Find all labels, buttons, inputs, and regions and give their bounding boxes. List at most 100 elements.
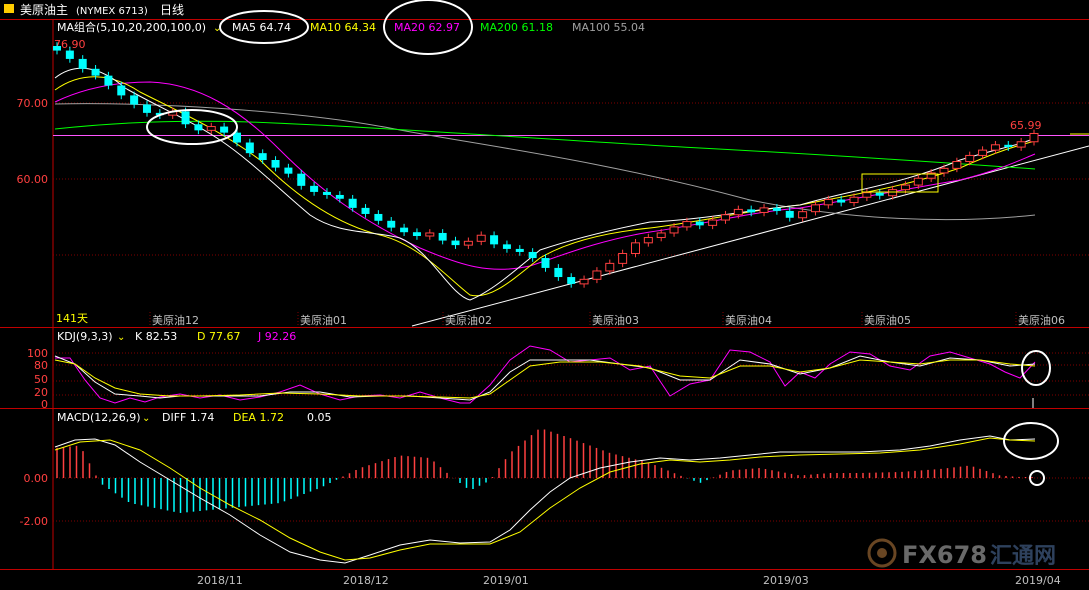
contract-label-02: 美原油02 — [445, 313, 492, 327]
candle-body[interactable] — [862, 192, 872, 198]
candle-body[interactable] — [900, 184, 910, 191]
contract-label-12: 美原油12 — [152, 313, 199, 327]
menu-square-icon[interactable] — [4, 4, 14, 13]
instrument-code: (NYMEX 6713) — [76, 6, 148, 17]
candle-body[interactable] — [733, 208, 743, 216]
candle-body[interactable] — [554, 267, 563, 278]
candle-body[interactable] — [438, 232, 447, 241]
candle-body[interactable] — [1016, 141, 1026, 148]
candle-body[interactable] — [759, 207, 769, 213]
candle-body[interactable] — [310, 185, 319, 192]
legend-j: J 92.26 — [257, 330, 296, 343]
ma-indicator-label[interactable]: MA组合(5,10,20,200,100,0) — [57, 20, 206, 34]
contract-label-01: 美原油01 — [300, 313, 347, 327]
candle-body[interactable] — [849, 196, 859, 204]
candle-body[interactable] — [785, 210, 794, 218]
contract-label-05: 美原油05 — [864, 313, 911, 327]
kdj-dropdown-icon[interactable]: ⌄ — [117, 332, 125, 343]
kdj-indicator-label[interactable]: KDJ(9,3,3) — [57, 330, 113, 343]
candle-body[interactable] — [669, 226, 679, 234]
kdj-tick-50: 50 — [34, 373, 48, 386]
candle-body[interactable] — [387, 220, 396, 228]
candle-body[interactable] — [335, 194, 344, 199]
instrument-title: 美原油主 — [20, 3, 68, 17]
candle-body[interactable] — [515, 248, 524, 252]
candle-body[interactable] — [567, 277, 576, 284]
candle-body[interactable] — [1004, 144, 1013, 148]
candle-body[interactable] — [117, 85, 126, 96]
candle-body[interactable] — [1029, 132, 1039, 143]
candle-body[interactable] — [361, 207, 370, 214]
candle-body[interactable] — [245, 142, 254, 154]
legend-macd-hist: 0.05 — [307, 411, 332, 424]
y-tick-70: 70.00 — [17, 97, 49, 110]
candle-body[interactable] — [682, 221, 692, 228]
candle-body[interactable] — [528, 251, 537, 259]
candle-body[interactable] — [322, 191, 331, 195]
candle-body[interactable] — [978, 149, 988, 156]
candle-body[interactable] — [412, 232, 421, 236]
x-label-2018-12: 2018/12 — [343, 574, 389, 587]
candle-body[interactable] — [939, 167, 949, 174]
candle-body[interactable] — [91, 68, 100, 76]
candle-body[interactable] — [965, 154, 975, 163]
candle-body[interactable] — [720, 214, 730, 221]
candle-body[interactable] — [798, 211, 808, 219]
candle-body[interactable] — [374, 213, 383, 221]
candle-body[interactable] — [990, 144, 1000, 151]
candle-body[interactable] — [220, 126, 229, 133]
candle-body[interactable] — [656, 232, 666, 239]
candle-body[interactable] — [65, 50, 74, 59]
x-label-2019-03: 2019/03 — [763, 574, 809, 587]
candle-body[interactable] — [476, 234, 486, 242]
candle-body[interactable] — [130, 95, 139, 105]
candle-body[interactable] — [181, 111, 190, 125]
contract-label-03: 美原油03 — [592, 313, 639, 327]
candle-body[interactable] — [823, 199, 833, 206]
candle-body[interactable] — [913, 177, 923, 186]
candle-body[interactable] — [194, 124, 203, 131]
candle-body[interactable] — [425, 232, 435, 237]
legend-ma100: MA100 55.04 — [572, 21, 645, 34]
candle-body[interactable] — [875, 192, 884, 196]
contract-label-04: 美原油04 — [725, 313, 772, 327]
candle-body[interactable] — [400, 227, 409, 233]
candle-body[interactable] — [463, 240, 473, 246]
candle-body[interactable] — [837, 199, 846, 203]
candle-body[interactable] — [643, 237, 653, 244]
candle-body[interactable] — [142, 104, 151, 113]
candle-body[interactable] — [630, 242, 640, 254]
candle-body[interactable] — [605, 262, 615, 272]
macd-indicator-label[interactable]: MACD(12,26,9) — [57, 411, 141, 424]
candle-body[interactable] — [772, 207, 781, 211]
macd-tick-0: 0.00 — [24, 472, 49, 485]
macd-dropdown-icon[interactable]: ⌄ — [142, 413, 150, 424]
candle-body[interactable] — [206, 126, 216, 131]
candle-body[interactable] — [451, 240, 460, 246]
candle-body[interactable] — [618, 252, 628, 264]
candle-body[interactable] — [104, 75, 113, 86]
candle-body[interactable] — [78, 58, 87, 69]
candle-body[interactable] — [502, 244, 511, 249]
candle-body[interactable] — [888, 189, 898, 197]
candle-body[interactable] — [297, 173, 306, 186]
period-selector[interactable]: 日线 — [160, 3, 184, 17]
candle-body[interactable] — [810, 204, 820, 213]
legend-ma200: MA200 61.18 — [480, 21, 553, 34]
candle-body[interactable] — [348, 198, 357, 208]
candle-body[interactable] — [579, 278, 589, 285]
candle-body[interactable] — [747, 209, 756, 213]
candle-body[interactable] — [695, 221, 704, 226]
contract-label-06: 美原油06 — [1018, 313, 1065, 327]
candle-body[interactable] — [490, 235, 499, 245]
watermark-text-cn: 汇通网 — [990, 544, 1056, 569]
candle-body[interactable] — [708, 219, 718, 226]
candle-body[interactable] — [592, 270, 602, 280]
candle-body[interactable] — [258, 153, 267, 160]
candle-body[interactable] — [952, 161, 962, 169]
candle-body[interactable] — [541, 258, 550, 268]
watermark-logo-dot — [877, 548, 887, 558]
candle-body[interactable] — [284, 167, 293, 174]
candle-body[interactable] — [53, 46, 61, 51]
candle-body[interactable] — [271, 160, 280, 168]
